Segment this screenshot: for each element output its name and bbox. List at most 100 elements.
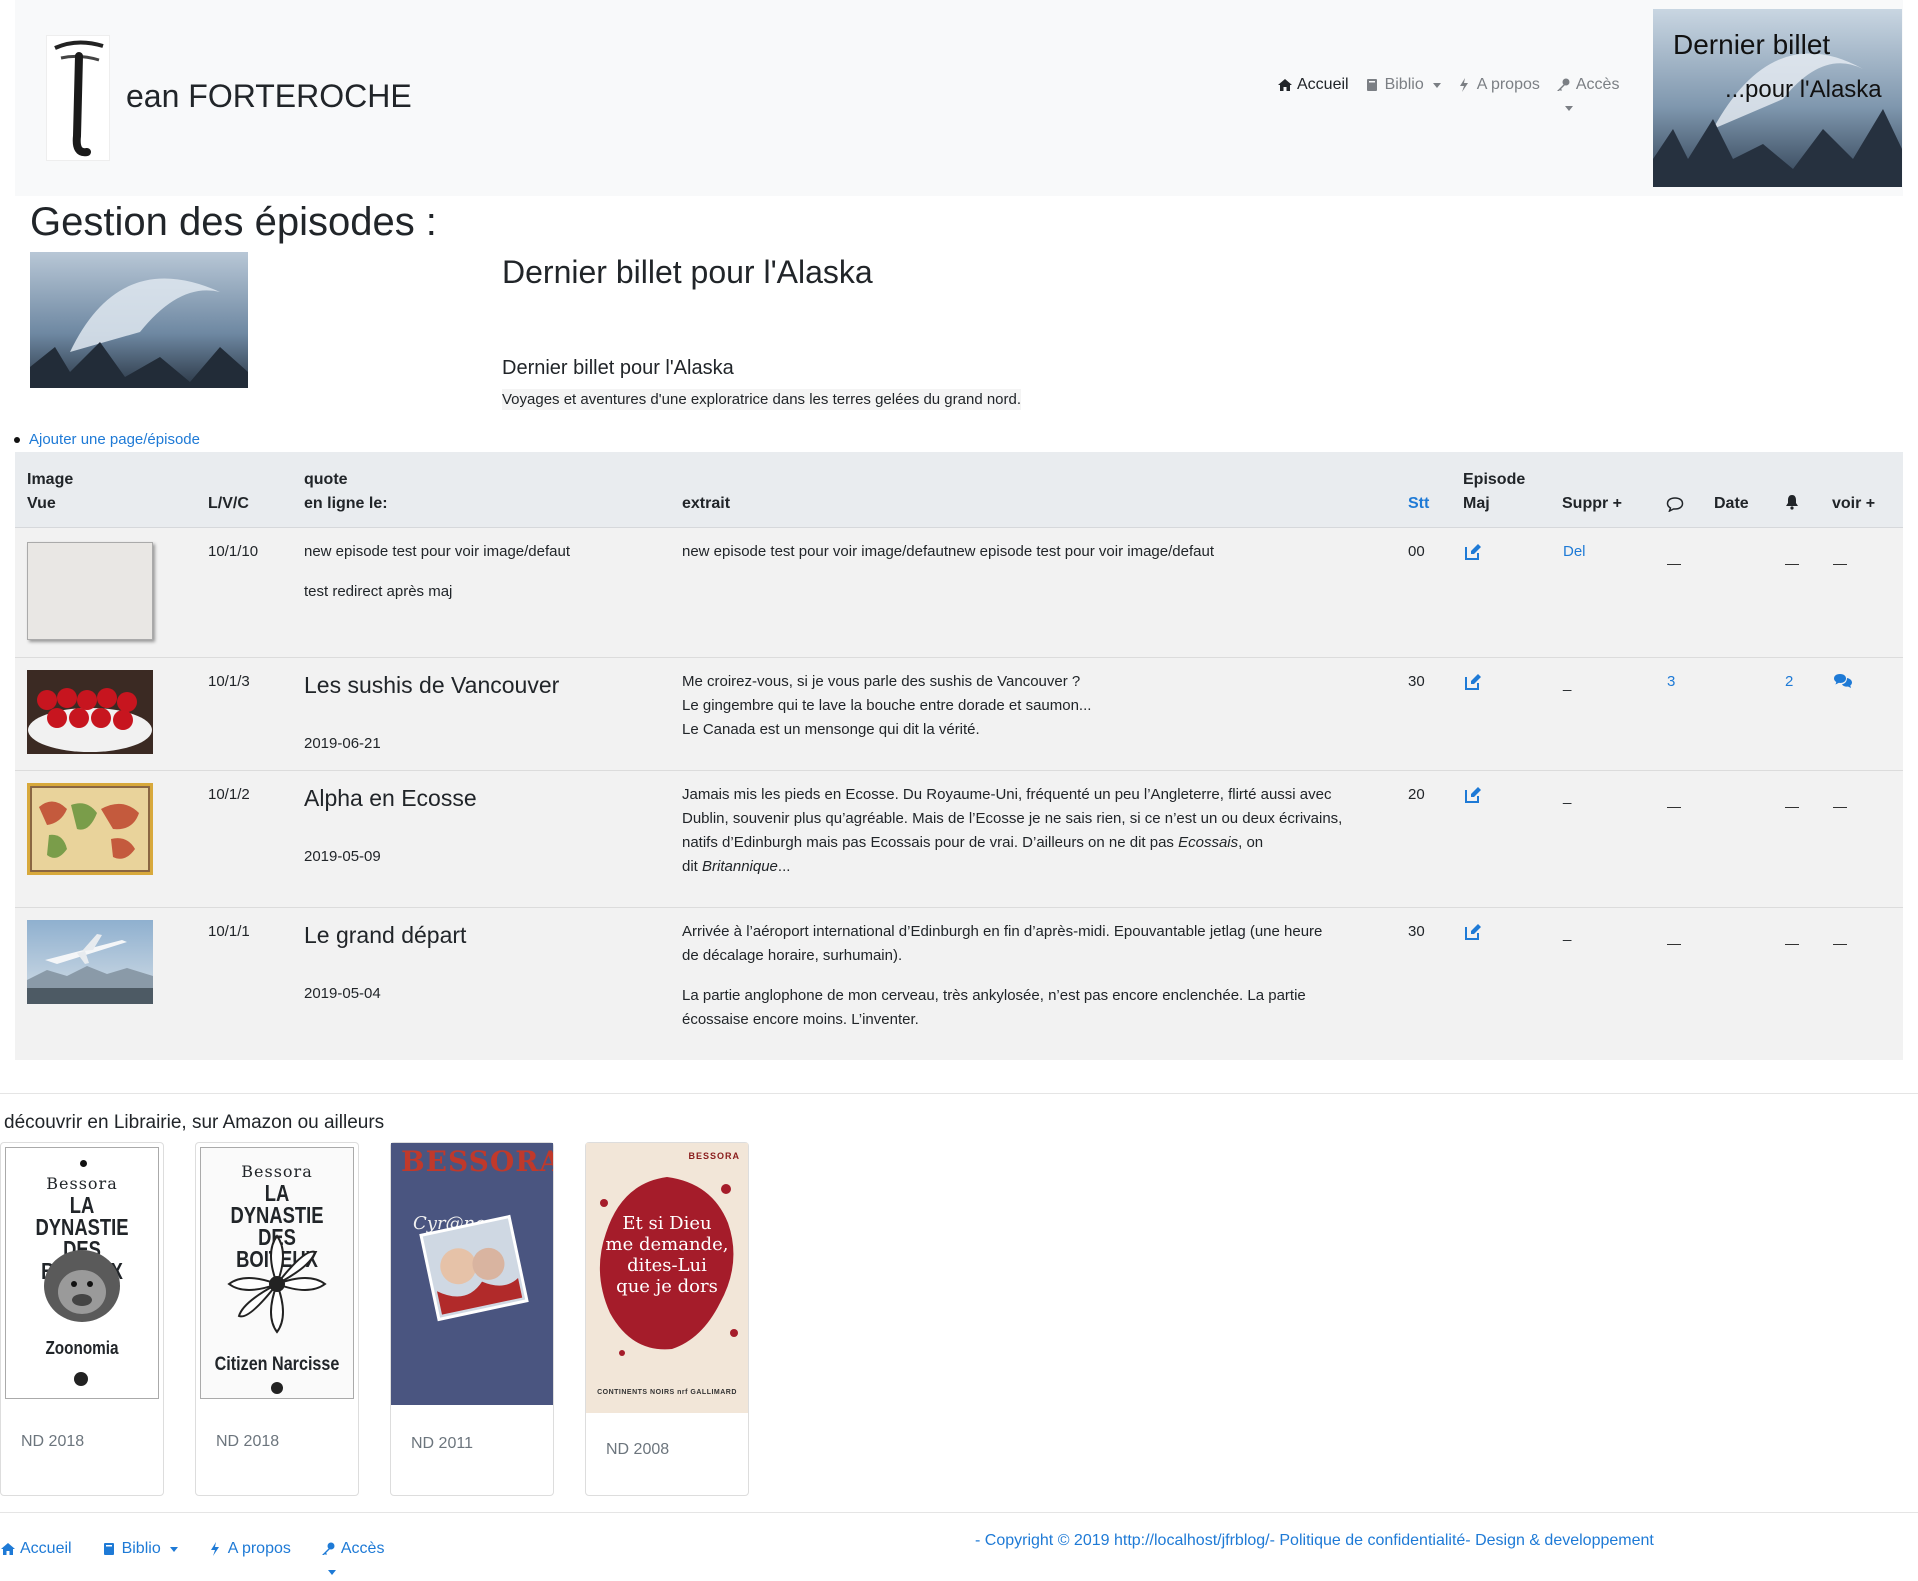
edit-icon[interactable] [1464, 543, 1482, 561]
episode-date: 2019-05-04 [304, 985, 381, 1002]
hero-title: Dernier billet [1673, 29, 1831, 60]
bolt-icon [1457, 78, 1471, 92]
book-card[interactable]: Bessora LA DYNASTIEDES BOITEUX Zoonomia … [0, 1142, 164, 1496]
episode-thumbnail[interactable] [27, 920, 153, 1004]
footer-nav-apropos[interactable]: A propos [208, 1540, 291, 1558]
extrait-line: Jamais mis les pieds en Ecosse. Du Royau… [682, 786, 1332, 803]
extrait-line: Me croirez-vous, si je vous parle des su… [682, 673, 1081, 690]
alerts-empty [1785, 564, 1799, 565]
nav-biblio-label: Biblio [1384, 76, 1424, 93]
comments-empty [1667, 807, 1681, 808]
comments-count[interactable]: 3 [1667, 670, 1675, 694]
books-heading: découvrir en Librairie, sur Amazon ou ai… [4, 1112, 385, 1133]
extrait-line: écossaise encore moins. L’inventer. [682, 1011, 919, 1028]
stt-value: 30 [1408, 923, 1425, 940]
episode-title: Les sushis de Vancouver [304, 672, 560, 698]
publisher-dot-icon [80, 1160, 87, 1167]
site-header: ean FORTEROCHE Accueil Biblio A propos A… [15, 0, 1903, 196]
book-caption: ND 2018 [216, 1433, 280, 1450]
book-cover: Bessora LA DYNASTIEDES BOITEUX Citizen N… [200, 1147, 354, 1399]
book-title-line: dites-Lui [627, 1255, 707, 1276]
alerts-count[interactable]: 2 [1785, 670, 1793, 694]
episode-thumbnail[interactable] [27, 670, 153, 754]
table-row: 10/1/2 Alpha en Ecosse 2019-05-09 Jamais… [15, 771, 1903, 908]
th-vue: Vue [27, 495, 56, 512]
th-lvc: L/V/C [208, 495, 249, 512]
publisher-logo-icon [74, 1372, 88, 1386]
book-author: Bessora [46, 1174, 118, 1193]
book-subtitle: Citizen Narcisse [214, 1354, 340, 1375]
extrait-line: Le Canada est un mensonge qui dit la vér… [682, 721, 980, 738]
extrait-line: Le gingembre qui te lave la bouche entre… [682, 697, 1092, 714]
extrait-line: La partie anglophone de mon cerveau, trè… [682, 987, 1306, 1004]
key-icon [321, 1542, 335, 1556]
nav-accueil[interactable]: Accueil [1277, 76, 1349, 94]
episode-thumbnail[interactable] [27, 542, 153, 640]
footer-nav-accueil[interactable]: Accueil [0, 1540, 72, 1558]
edit-icon[interactable] [1464, 786, 1482, 804]
quote-text: test redirect après maj [304, 583, 453, 600]
lvc-value: 10/1/1 [208, 923, 250, 940]
extrait-text: , on [1238, 834, 1264, 851]
book-card[interactable]: BESSORA Et si Dieu me demande, dites-Lui… [585, 1142, 749, 1496]
extrait-text: ... [777, 858, 791, 875]
episode-thumbnail[interactable] [27, 783, 153, 875]
edit-icon[interactable] [1464, 673, 1482, 691]
book-card[interactable]: BESSORA Cyr@no ND 2011 [390, 1142, 554, 1496]
delete-link[interactable]: Del [1563, 540, 1586, 564]
book-title-line: LA DYNASTIE [35, 1192, 129, 1240]
hero-banner[interactable]: Dernier billet ...pour l'Alaska [1653, 9, 1902, 187]
chevron-down-icon [327, 1570, 336, 1575]
episode-title: Alpha en Ecosse [304, 785, 477, 811]
nav-acces[interactable]: Accès [1556, 76, 1620, 111]
book-title-line: que je dors [616, 1276, 718, 1297]
edit-icon[interactable] [1464, 923, 1482, 941]
th-extrait: extrait [682, 495, 731, 512]
book-cover: BESSORA Et si Dieu me demande, dites-Lui… [586, 1143, 748, 1413]
footer-nav-biblio-label: Biblio [121, 1540, 161, 1557]
stt-value: 20 [1408, 786, 1425, 803]
nav-apropos-label: A propos [1476, 76, 1540, 93]
story-description: Voyages et aventures d'une exploratrice … [502, 389, 1022, 410]
divider [0, 1093, 1918, 1094]
extrait-emphasis: Britannique [702, 858, 778, 875]
alerts-empty [1785, 944, 1799, 945]
extrait-line: Dublin, souvenir plus qu’agréable. Mais … [682, 810, 1343, 827]
extrait-text: dit [682, 858, 703, 875]
comment-icon [1666, 496, 1684, 520]
table-row: 10/1/10 new episode test pour voir image… [15, 528, 1903, 658]
key-icon [1556, 78, 1570, 92]
home-icon [1277, 78, 1292, 92]
quote-text: new episode test pour voir image/defaut [304, 543, 570, 560]
footer-nav-biblio[interactable]: Biblio [102, 1540, 178, 1558]
hero-subtitle: ...pour l'Alaska [1725, 76, 1882, 103]
add-episode-link[interactable]: Ajouter une page/épisode [29, 431, 200, 448]
story-subtitle: Dernier billet pour l'Alaska [502, 357, 734, 379]
book-subtitle: Zoonomia [45, 1338, 119, 1358]
footer-nav-acces-label: Accès [340, 1540, 385, 1557]
copyright[interactable]: - Copyright © 2019 http://localhost/jfrb… [975, 1532, 1654, 1550]
logo-glyph-icon [54, 40, 104, 157]
nav-apropos[interactable]: A propos [1457, 76, 1540, 94]
th-stt[interactable]: Stt [1408, 492, 1429, 516]
bullet-icon [14, 436, 20, 443]
alerts-empty [1785, 807, 1799, 808]
book-card[interactable]: Bessora LA DYNASTIEDES BOITEUX Citizen N… [195, 1142, 359, 1496]
table-header: Image Vue L/V/C quote en ligne le: extra… [15, 452, 1903, 528]
logo[interactable] [46, 35, 110, 161]
th-quote: quote [304, 471, 348, 488]
th-date: Date [1714, 495, 1749, 512]
brand-name[interactable]: ean FORTEROCHE [126, 78, 412, 115]
voir-empty [1833, 564, 1847, 565]
chevron-down-icon [1432, 82, 1441, 88]
publisher-logo-icon [271, 1382, 283, 1394]
stt-value: 30 [1408, 673, 1425, 690]
nav-biblio[interactable]: Biblio [1365, 76, 1441, 94]
comments-view-icon[interactable] [1833, 672, 1852, 690]
gorilla-icon [44, 1250, 120, 1322]
extrait-line: natifs d’Edinburgh mais pas Ecossais pou… [682, 831, 1263, 855]
nav-acces-label: Accès [1575, 76, 1620, 93]
footer-nav-acces[interactable]: Accès [321, 1540, 385, 1575]
lvc-value: 10/1/2 [208, 786, 250, 803]
chevron-down-icon [169, 1546, 178, 1552]
